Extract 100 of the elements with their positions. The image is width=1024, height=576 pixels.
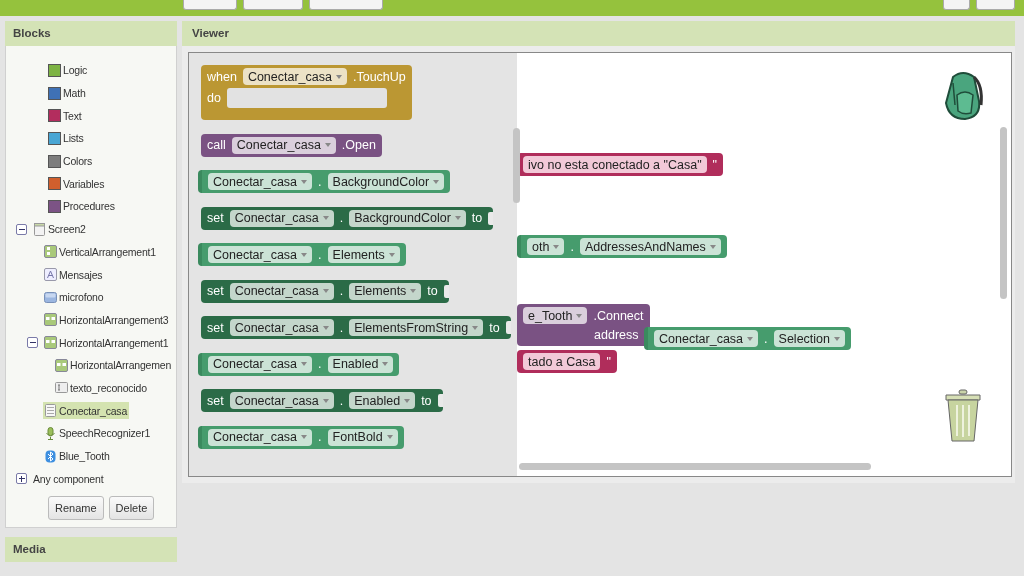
tree-item[interactable]: Mensajes <box>43 266 105 284</box>
tree-item[interactable]: microfono <box>43 288 106 306</box>
method-call-block[interactable]: call Conectar_casa .Open <box>201 133 382 157</box>
dropdown-field[interactable]: BackgroundColor <box>349 209 466 227</box>
bluetooth-icon <box>44 449 57 463</box>
dropdown-field[interactable]: Selection <box>773 330 845 347</box>
property-setter-block[interactable]: set Conectar_casa . Enabled to <box>201 389 443 412</box>
dropdown-field[interactable]: Conectar_casa <box>229 392 334 409</box>
dropdown-field[interactable]: Enabled <box>349 392 416 409</box>
dropdown-field[interactable]: Conectar_casa <box>208 428 313 446</box>
property-getter-block[interactable]: Conectar_casa . BackgroundColor <box>198 170 451 193</box>
tree-item[interactable]: VerticalArrangement1 <box>43 243 158 261</box>
horizontal-arrangement-icon <box>44 336 57 350</box>
dropdown-field[interactable]: Conectar_casa <box>208 173 313 190</box>
tree-item[interactable]: Blue_Tooth <box>43 447 112 465</box>
dropdown-field[interactable]: FontBold <box>327 428 398 446</box>
tree-toggle[interactable] <box>16 223 27 235</box>
block-label: to <box>471 211 483 225</box>
delete-button[interactable]: Delete <box>108 496 155 521</box>
drawer-item[interactable]: Colors <box>47 152 95 170</box>
tree-item[interactable]: Any component <box>32 470 106 487</box>
caret-icon <box>301 435 308 439</box>
dropdown-field[interactable]: Conectar_casa <box>208 246 313 263</box>
drawer-item[interactable]: Variables <box>47 175 107 193</box>
text-field[interactable]: ivo no esta conectado a "Casa" <box>523 156 707 173</box>
block-label: . <box>318 430 322 444</box>
caret-icon <box>301 362 308 366</box>
tree-item[interactable]: HorizontalArrangemen <box>54 356 174 374</box>
input-socket <box>437 394 443 407</box>
tree-item[interactable]: SpeechRecognizer1 <box>43 424 153 442</box>
panel-header: Media <box>5 537 177 562</box>
method-call-block[interactable]: e_Tooth .Connect address <box>517 304 650 346</box>
dropdown-field[interactable]: Elements <box>327 246 400 263</box>
drawer-item[interactable]: Logic <box>47 61 90 79</box>
drawer-item[interactable]: Procedures <box>47 197 117 215</box>
tree-item[interactable]: HorizontalArrangement3 <box>43 311 171 329</box>
toolbar-button[interactable] <box>183 0 237 10</box>
dropdown-field[interactable]: Conectar_casa <box>208 355 313 373</box>
tree-toggle[interactable] <box>27 337 38 349</box>
property-getter-block[interactable]: Conectar_casa . Enabled <box>198 352 400 376</box>
tree-item[interactable]: HorizontalArrangement1 <box>43 334 171 352</box>
dropdown-field[interactable]: BackgroundColor <box>327 173 445 190</box>
dropdown-field[interactable]: Conectar_casa <box>231 136 336 154</box>
dropdown-field[interactable]: Elements <box>349 282 422 300</box>
dropdown-field[interactable]: oth <box>527 238 565 255</box>
tree-item[interactable]: texto_reconocido <box>54 379 149 397</box>
property-setter-block[interactable]: set Conectar_casa . Elements to <box>201 279 449 303</box>
scrollbar[interactable] <box>513 128 520 203</box>
text-string-block[interactable]: tado a Casa " <box>517 350 617 373</box>
drawer-item[interactable]: Math <box>47 84 88 102</box>
panel-header: Blocks <box>5 21 177 46</box>
toolbar-button[interactable] <box>309 0 383 10</box>
toolbar-button[interactable] <box>243 0 303 10</box>
horizontal-arrangement-icon <box>55 358 68 372</box>
dropdown-field[interactable]: Conectar_casa <box>229 319 334 336</box>
tree-item[interactable]: Conectar_casa <box>43 402 130 420</box>
list-icon <box>44 404 57 418</box>
dropdown-field[interactable]: Conectar_casa <box>242 68 347 85</box>
property-getter-block[interactable]: Conectar_casa . Elements <box>198 243 406 266</box>
caret-icon <box>553 244 560 249</box>
toolbar-button[interactable] <box>943 0 970 10</box>
property-getter-block[interactable]: Conectar_casa . Selection <box>644 327 851 350</box>
tree-item[interactable]: Screen2 <box>32 220 88 238</box>
caret-icon <box>388 252 395 257</box>
property-setter-block[interactable]: set Conectar_casa . BackgroundColor to <box>201 206 494 230</box>
block-label: set <box>207 393 224 408</box>
toolbar-button[interactable] <box>976 0 1015 10</box>
tree-toggle[interactable] <box>16 473 27 485</box>
scrollbar[interactable] <box>1000 127 1007 299</box>
dropdown-field[interactable]: AddressesAndNames <box>579 238 721 255</box>
block-label: . <box>339 393 344 408</box>
text-field[interactable]: tado a Casa <box>523 353 601 370</box>
property-getter-block[interactable]: oth . AddressesAndNames <box>517 235 727 258</box>
caret-icon <box>472 325 479 330</box>
block-label: do <box>207 91 221 105</box>
label-icon <box>44 268 57 282</box>
dropdown-field[interactable]: Conectar_casa <box>229 282 334 300</box>
caret-icon <box>322 398 329 403</box>
block-label: " <box>712 157 717 172</box>
block-label: " <box>606 354 611 369</box>
block-label: .Connect <box>593 308 644 323</box>
drawer-item[interactable]: Text <box>47 107 84 125</box>
property-getter-block[interactable]: Conectar_casa . FontBold <box>198 425 404 449</box>
blocks-workspace[interactable] <box>188 52 1012 477</box>
event-block[interactable]: when Conectar_casa .TouchUp do <box>201 65 412 120</box>
caret-icon <box>322 216 329 220</box>
dropdown-field[interactable]: ElementsFromString <box>349 319 484 336</box>
dropdown-field[interactable]: Conectar_casa <box>654 330 759 347</box>
rename-button[interactable]: Rename <box>48 496 104 521</box>
drawer-item[interactable]: Lists <box>47 129 86 147</box>
block-label: . <box>318 247 322 262</box>
caret-icon <box>576 313 583 318</box>
textbox-icon <box>55 381 68 395</box>
dropdown-field[interactable]: Conectar_casa <box>229 209 334 227</box>
caret-icon <box>834 336 840 341</box>
dropdown-field[interactable]: e_Tooth <box>523 307 588 324</box>
property-setter-block[interactable]: set Conectar_casa . ElementsFromString to <box>201 316 511 339</box>
dropdown-field[interactable]: Enabled <box>327 355 394 373</box>
scrollbar[interactable] <box>519 463 871 470</box>
text-string-block[interactable]: ivo no esta conectado a "Casa" " <box>517 153 723 176</box>
